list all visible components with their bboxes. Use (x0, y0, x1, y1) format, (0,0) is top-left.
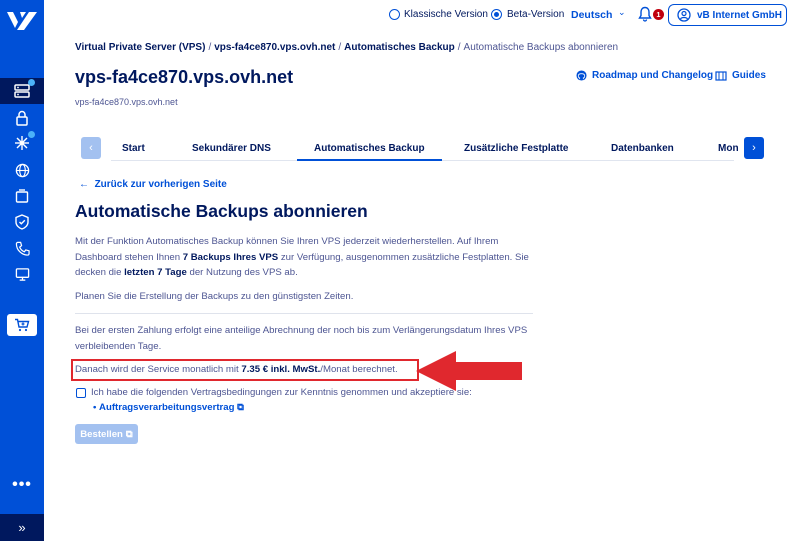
tab-bar: ‹ Start Sekundärer DNS Automatisches Bac… (81, 137, 764, 161)
divider (75, 313, 533, 314)
expand-sidebar-button[interactable]: » (0, 514, 44, 541)
terms-checkbox-label[interactable]: Ich habe die folgenden Vertragsbedingung… (91, 387, 472, 398)
tab-scroll-left-button[interactable]: ‹ (81, 137, 101, 159)
tab-automatic-backup[interactable]: Automatisches Backup (314, 143, 425, 154)
phone-icon (15, 241, 30, 256)
network-icon (15, 136, 29, 150)
contract-link-label: Auftragsverarbeitungsvertrag (99, 402, 235, 413)
order-button-label: Bestellen (80, 428, 123, 440)
breadcrumb-separator: / (208, 42, 212, 53)
tab-monitoring[interactable]: Mon (718, 143, 739, 154)
arrow-left-icon: ← (79, 179, 89, 190)
external-link-icon: ⧉ (237, 402, 244, 413)
box-icon (15, 189, 29, 203)
book-icon (715, 71, 727, 81)
roadmap-label: Roadmap und Changelog (592, 70, 714, 81)
guides-link[interactable]: Guides (715, 70, 766, 81)
order-button[interactable]: Bestellen ⧉ (75, 424, 138, 444)
double-chevron-right-icon: » (18, 520, 26, 535)
more-icon[interactable]: ••• (0, 477, 44, 493)
notification-dot (28, 79, 35, 86)
sidebar: ••• » (0, 0, 44, 541)
tab-scroll-right-button[interactable]: › (744, 137, 764, 159)
tab-additional-disk[interactable]: Zusätzliche Festplatte (464, 143, 568, 154)
active-tab-indicator (297, 159, 442, 161)
tab-start[interactable]: Start (122, 143, 145, 154)
page-title: vps-fa4ce870.vps.ovh.net (75, 67, 294, 87)
sidebar-item-network[interactable] (0, 130, 44, 156)
sidebar-item-security[interactable] (0, 105, 44, 131)
sidebar-cart-button[interactable] (7, 314, 37, 336)
cart-icon (15, 318, 30, 332)
breadcrumb-vps[interactable]: Virtual Private Server (VPS) (75, 42, 205, 53)
roadmap-link[interactable]: Roadmap und Changelog (576, 70, 713, 81)
page-subtitle: vps-fa4ce870.vps.ovh.net (75, 97, 178, 107)
back-link[interactable]: ← Zurück zur vorherigen Seite (79, 179, 227, 190)
monitor-icon (15, 267, 29, 281)
github-icon (576, 70, 587, 81)
price-text: Danach wird der Service monatlich mit 7.… (75, 364, 398, 375)
sidebar-item-telephony[interactable] (0, 235, 44, 261)
chevron-right-icon: › (752, 142, 756, 154)
breadcrumb-separator: / (338, 42, 342, 53)
breadcrumb-server[interactable]: vps-fa4ce870.vps.ovh.net (214, 42, 335, 53)
shield-icon (15, 214, 29, 230)
main-content: Virtual Private Server (VPS) / vps-fa4ce87… (44, 0, 800, 541)
tab-databases[interactable]: Datenbanken (611, 143, 674, 154)
sidebar-item-desktop[interactable] (0, 261, 44, 287)
back-link-label: Zurück zur vorherigen Seite (94, 179, 227, 190)
breadcrumb: Virtual Private Server (VPS) / vps-fa4ce87… (75, 42, 618, 53)
breadcrumb-separator: / (457, 42, 461, 53)
guides-label: Guides (732, 70, 766, 81)
server-icon (14, 84, 30, 98)
terms-checkbox[interactable] (76, 388, 86, 398)
chevron-left-icon: ‹ (89, 142, 93, 154)
sidebar-item-storage[interactable] (0, 183, 44, 209)
ovh-logo[interactable] (5, 8, 39, 34)
sidebar-item-shield[interactable] (0, 209, 44, 235)
section-title: Automatische Backups abonnieren (75, 201, 368, 221)
planning-paragraph: Planen Sie die Erstellung der Backups zu… (75, 291, 354, 302)
contract-link[interactable]: • Auftragsverarbeitungsvertrag ⧉ (93, 402, 244, 413)
sidebar-item-servers[interactable] (0, 78, 44, 104)
notification-dot (28, 131, 35, 138)
breadcrumb-current: Automatische Backups abonnieren (463, 42, 619, 53)
globe-icon (15, 163, 29, 177)
bullet: • (93, 402, 97, 413)
tab-secondary-dns[interactable]: Sekundärer DNS (192, 143, 271, 154)
intro-paragraph: Mit der Funktion Automatisches Backup kö… (75, 236, 529, 278)
sidebar-item-web[interactable] (0, 157, 44, 183)
external-link-icon: ⧉ (125, 428, 133, 440)
lock-icon (16, 110, 28, 126)
breadcrumb-backup[interactable]: Automatisches Backup (344, 42, 455, 53)
